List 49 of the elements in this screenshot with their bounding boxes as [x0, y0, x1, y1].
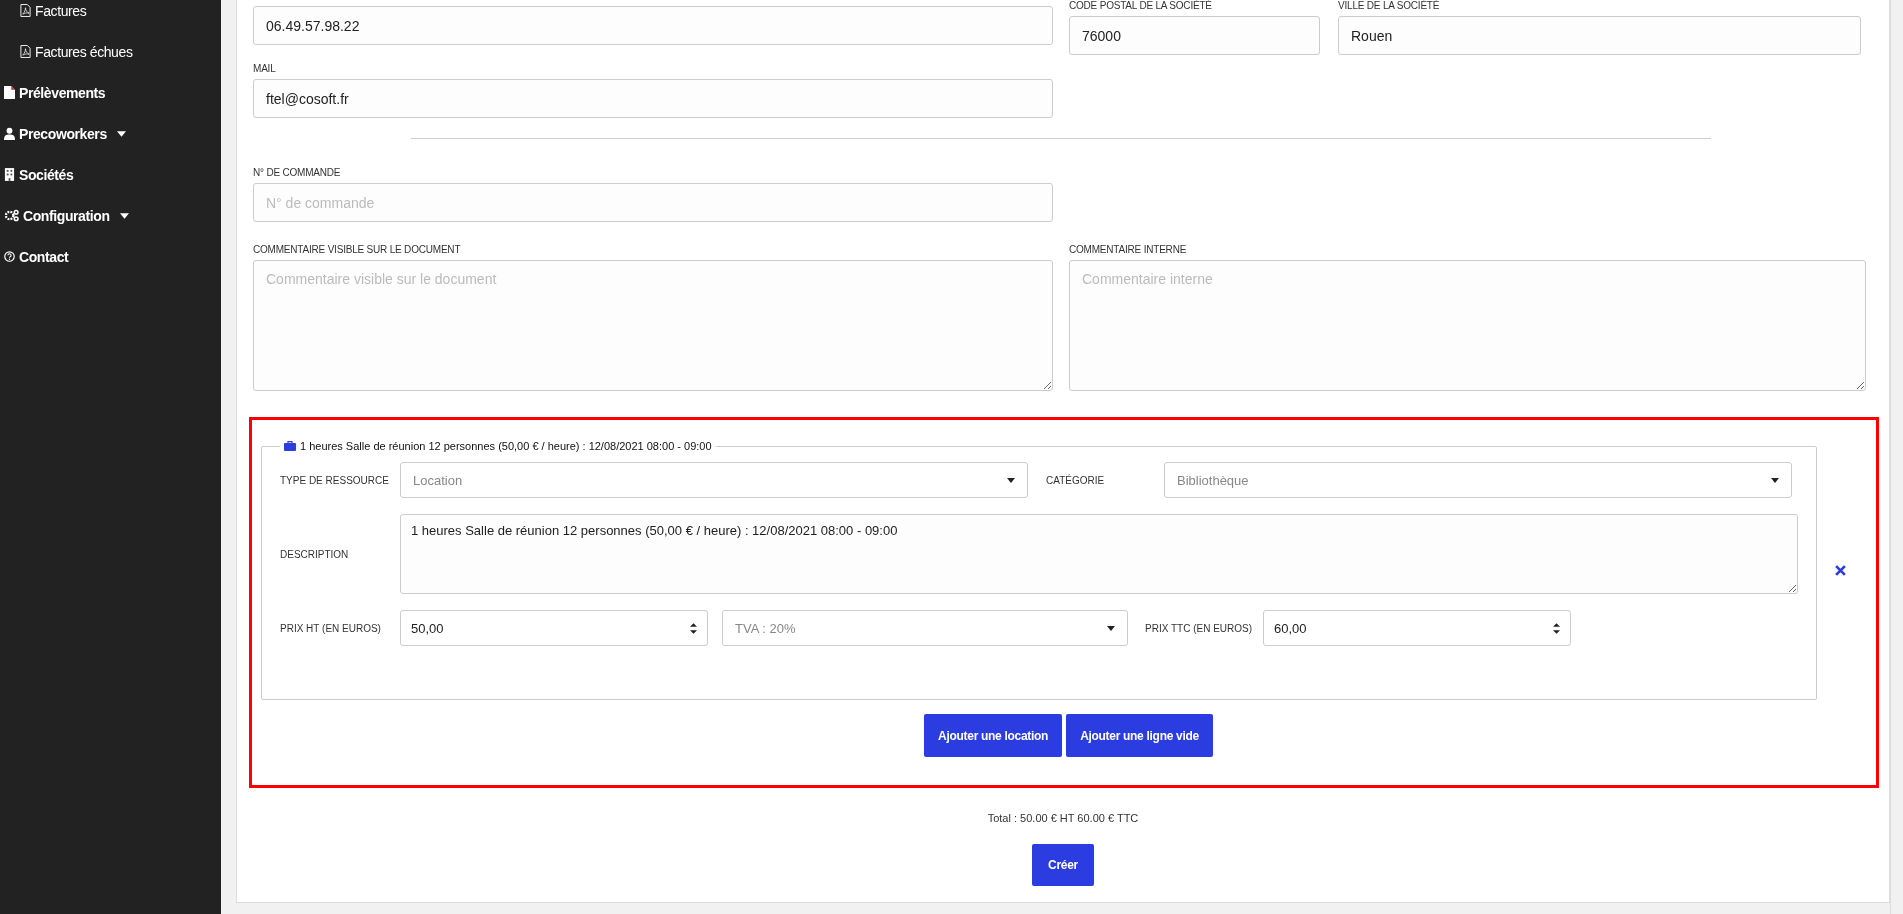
field-label: COMMENTAIRE INTERNE [1069, 244, 1188, 256]
sidebar-item[interactable]: Contact [0, 246, 221, 267]
field-label: CATÉGORIE [1046, 474, 1106, 486]
add-line-button[interactable]: Ajouter une location [924, 714, 1063, 757]
description-field[interactable]: 1 heures Salle de réunion 12 personnes (50,00 € / heure) : 12/08/2021 08:00 - 09:00 [400, 514, 1798, 594]
mail-field[interactable]: ftel@cosoft.fr [253, 79, 1053, 118]
sidebar-item[interactable]: Prélèvements [0, 82, 221, 103]
help-icon [4, 250, 15, 263]
pdf-file-icon [20, 4, 31, 17]
comment-field[interactable]: Commentaire interne [1069, 260, 1866, 391]
sidebar-item[interactable]: Precoworkers [0, 123, 221, 144]
caret-icon [1107, 625, 1115, 631]
user-icon [4, 127, 15, 140]
line-item-title: 1 heures Salle de réunion 12 personnes (50,00 € / heure) : 12/08/2021 08:00 - 09:00 [300, 440, 712, 452]
field-label: MAIL [253, 63, 277, 75]
caret-icon [119, 212, 129, 219]
sidebar-item[interactable]: Factures [0, 0, 221, 21]
field-label: VILLE DE LA SOCIÉTÉ [1338, 0, 1441, 12]
sidebar-item[interactable]: Sociétés [0, 164, 221, 185]
close-icon[interactable] [1835, 564, 1846, 576]
postal-code-field[interactable]: 76000 [1069, 16, 1320, 55]
price-ht-field[interactable]: 50,00 [400, 610, 708, 646]
file-icon [4, 86, 15, 99]
total-text: Total : 50.00 € HT 60.00 € TTC [986, 812, 1140, 824]
create-button[interactable]: Créer [1032, 844, 1094, 886]
caret-icon [1007, 477, 1015, 483]
caret-icon [116, 130, 126, 137]
field-label: TYPE DE RESSOURCE [280, 474, 390, 486]
briefcase-icon [284, 441, 296, 451]
field-label: N° DE COMMANDE [253, 167, 342, 179]
field-label: PRIX HT (EN EUROS) [280, 622, 382, 634]
add-line-button[interactable]: Ajouter une ligne vide [1066, 714, 1213, 757]
sidebar-item[interactable]: Configuration [0, 205, 221, 226]
spinner-icon[interactable] [690, 621, 697, 635]
building-icon [4, 168, 15, 181]
sidebar-item[interactable]: Factures échues [0, 41, 221, 62]
field-label: DESCRIPTION [280, 548, 350, 560]
city-field[interactable]: Rouen [1338, 16, 1861, 55]
spinner-icon[interactable] [1553, 621, 1560, 635]
gears-icon [4, 209, 19, 222]
comment-field[interactable]: Commentaire visible sur le document [253, 260, 1053, 391]
field-label: CODE POSTAL DE LA SOCIÉTÉ [1069, 0, 1213, 12]
price-ttc-field[interactable]: 60,00 [1263, 610, 1571, 646]
field-label: COMMENTAIRE VISIBLE SUR LE DOCUMENT [253, 244, 462, 256]
field-label: PRIX TTC (EN EUROS) [1145, 622, 1254, 634]
phone-field[interactable]: 06.49.57.98.22 [253, 6, 1053, 45]
pdf-file-icon [20, 45, 31, 58]
caret-icon [1771, 477, 1779, 483]
order-number-field[interactable]: N° de commande [253, 183, 1053, 222]
